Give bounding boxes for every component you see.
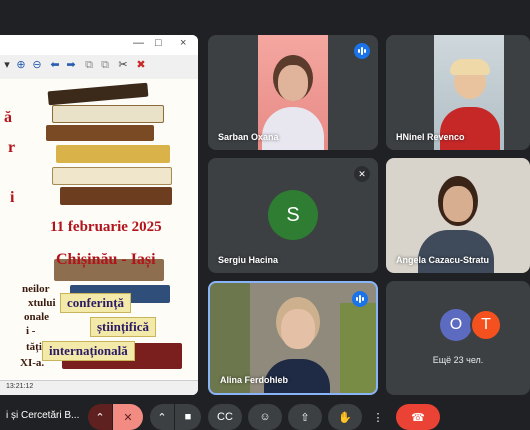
status-time: 13:21:12 xyxy=(6,383,34,390)
arrow-left-icon[interactable]: ⬅ xyxy=(48,58,62,72)
book xyxy=(46,125,154,141)
shared-screen: — □ × ▾ ⊕ ⊖ ⬅ ➡ ⧉ ⧉ ✂ ✖ ă r i 11 februar… xyxy=(0,35,198,395)
presentation-slide: ă r i 11 februarie 2025 Chișinău - Iași … xyxy=(0,79,198,379)
delete-icon[interactable]: ✖ xyxy=(134,58,148,72)
participant-tile-active[interactable]: Alina Ferdohleb xyxy=(208,281,378,395)
participant-name: HNinel Revenco xyxy=(396,132,465,142)
participant-tile[interactable]: Angela Cazacu-Stratu xyxy=(386,158,530,273)
end-call-icon[interactable]: ☎ xyxy=(396,404,440,430)
participant-name: Angela Cazacu-Stratu xyxy=(396,255,490,265)
captions-icon[interactable]: CC xyxy=(208,404,242,430)
emoji-icon[interactable]: ☺ xyxy=(248,404,282,430)
participant-name: Sergiu Hacina xyxy=(218,255,279,265)
participant-name: Sarban Oxana xyxy=(218,132,279,142)
participant-name: Alina Ferdohleb xyxy=(220,375,289,385)
speaking-indicator-icon xyxy=(354,43,370,59)
more-icon[interactable]: ⋮ xyxy=(368,404,388,430)
tools-icon[interactable]: ✂ xyxy=(116,58,130,72)
hand-icon[interactable]: ✋ xyxy=(328,404,362,430)
slide-banner: internațională xyxy=(42,341,135,361)
paste-icon[interactable]: ⧉ xyxy=(98,58,112,72)
chevron-up-icon[interactable]: ⌃ xyxy=(150,404,174,430)
mic-off-icon[interactable]: ✕ xyxy=(113,404,143,430)
zoom-out-icon[interactable]: ⊖ xyxy=(30,58,44,72)
control-bar: i și Cercetări B... ⌃ ✕ ⌃ ■ CC ☺ ⇧ ✋ ⋮ ☎ xyxy=(0,400,530,430)
slide-banner: conferință xyxy=(60,293,132,313)
participant-tile[interactable]: HNinel Revenco xyxy=(386,35,530,150)
viewer-statusbar: 13:21:12 xyxy=(0,380,198,395)
slide-place: Chișinău - Iași xyxy=(56,251,156,268)
slide-date: 11 februarie 2025 xyxy=(50,219,162,235)
arrow-right-icon[interactable]: ➡ xyxy=(64,58,78,72)
slide-fragment: r xyxy=(8,139,16,156)
camera-icon[interactable]: ■ xyxy=(175,404,201,430)
slide-fragment: onale xyxy=(24,311,50,323)
viewer-toolbar: ▾ ⊕ ⊖ ⬅ ➡ ⧉ ⧉ ✂ ✖ xyxy=(0,55,198,80)
book xyxy=(52,167,172,185)
participant-tile[interactable]: Sarban Oxana xyxy=(208,35,378,150)
meeting-title: i și Cercetări B... xyxy=(6,410,80,421)
slide-fragment: XI-a. xyxy=(20,357,45,369)
speaking-indicator-icon xyxy=(352,291,368,307)
window-titlebar: — □ × xyxy=(0,35,198,56)
avatar: S xyxy=(268,190,318,240)
dropdown-icon[interactable]: ▾ xyxy=(0,58,14,72)
close-icon[interactable]: × xyxy=(180,37,186,49)
zoom-in-icon[interactable]: ⊕ xyxy=(14,58,28,72)
others-count: Ещё 23 чел. xyxy=(432,355,484,365)
slide-fragment: i xyxy=(10,189,15,206)
book xyxy=(47,82,149,106)
chevron-up-icon[interactable]: ⌃ xyxy=(88,404,112,430)
slide-fragment: xtului xyxy=(28,297,56,309)
slide-banner: științifică xyxy=(90,317,156,337)
book xyxy=(52,105,164,123)
minimize-icon[interactable]: — xyxy=(133,37,144,49)
book xyxy=(60,187,172,205)
participant-tile[interactable]: S ✕ Sergiu Hacina xyxy=(208,158,378,273)
slide-fragment: ă xyxy=(4,109,12,126)
others-tile[interactable]: O T Ещё 23 чел. xyxy=(386,281,530,395)
slide-fragment: neilor xyxy=(22,283,50,295)
mic-off-icon: ✕ xyxy=(354,166,370,182)
avatar: O xyxy=(440,309,472,341)
copy-icon[interactable]: ⧉ xyxy=(82,58,96,72)
present-icon[interactable]: ⇧ xyxy=(288,404,322,430)
avatar: T xyxy=(470,309,502,341)
maximize-icon[interactable]: □ xyxy=(155,37,162,49)
slide-fragment: i - xyxy=(26,325,36,337)
book xyxy=(56,145,170,163)
